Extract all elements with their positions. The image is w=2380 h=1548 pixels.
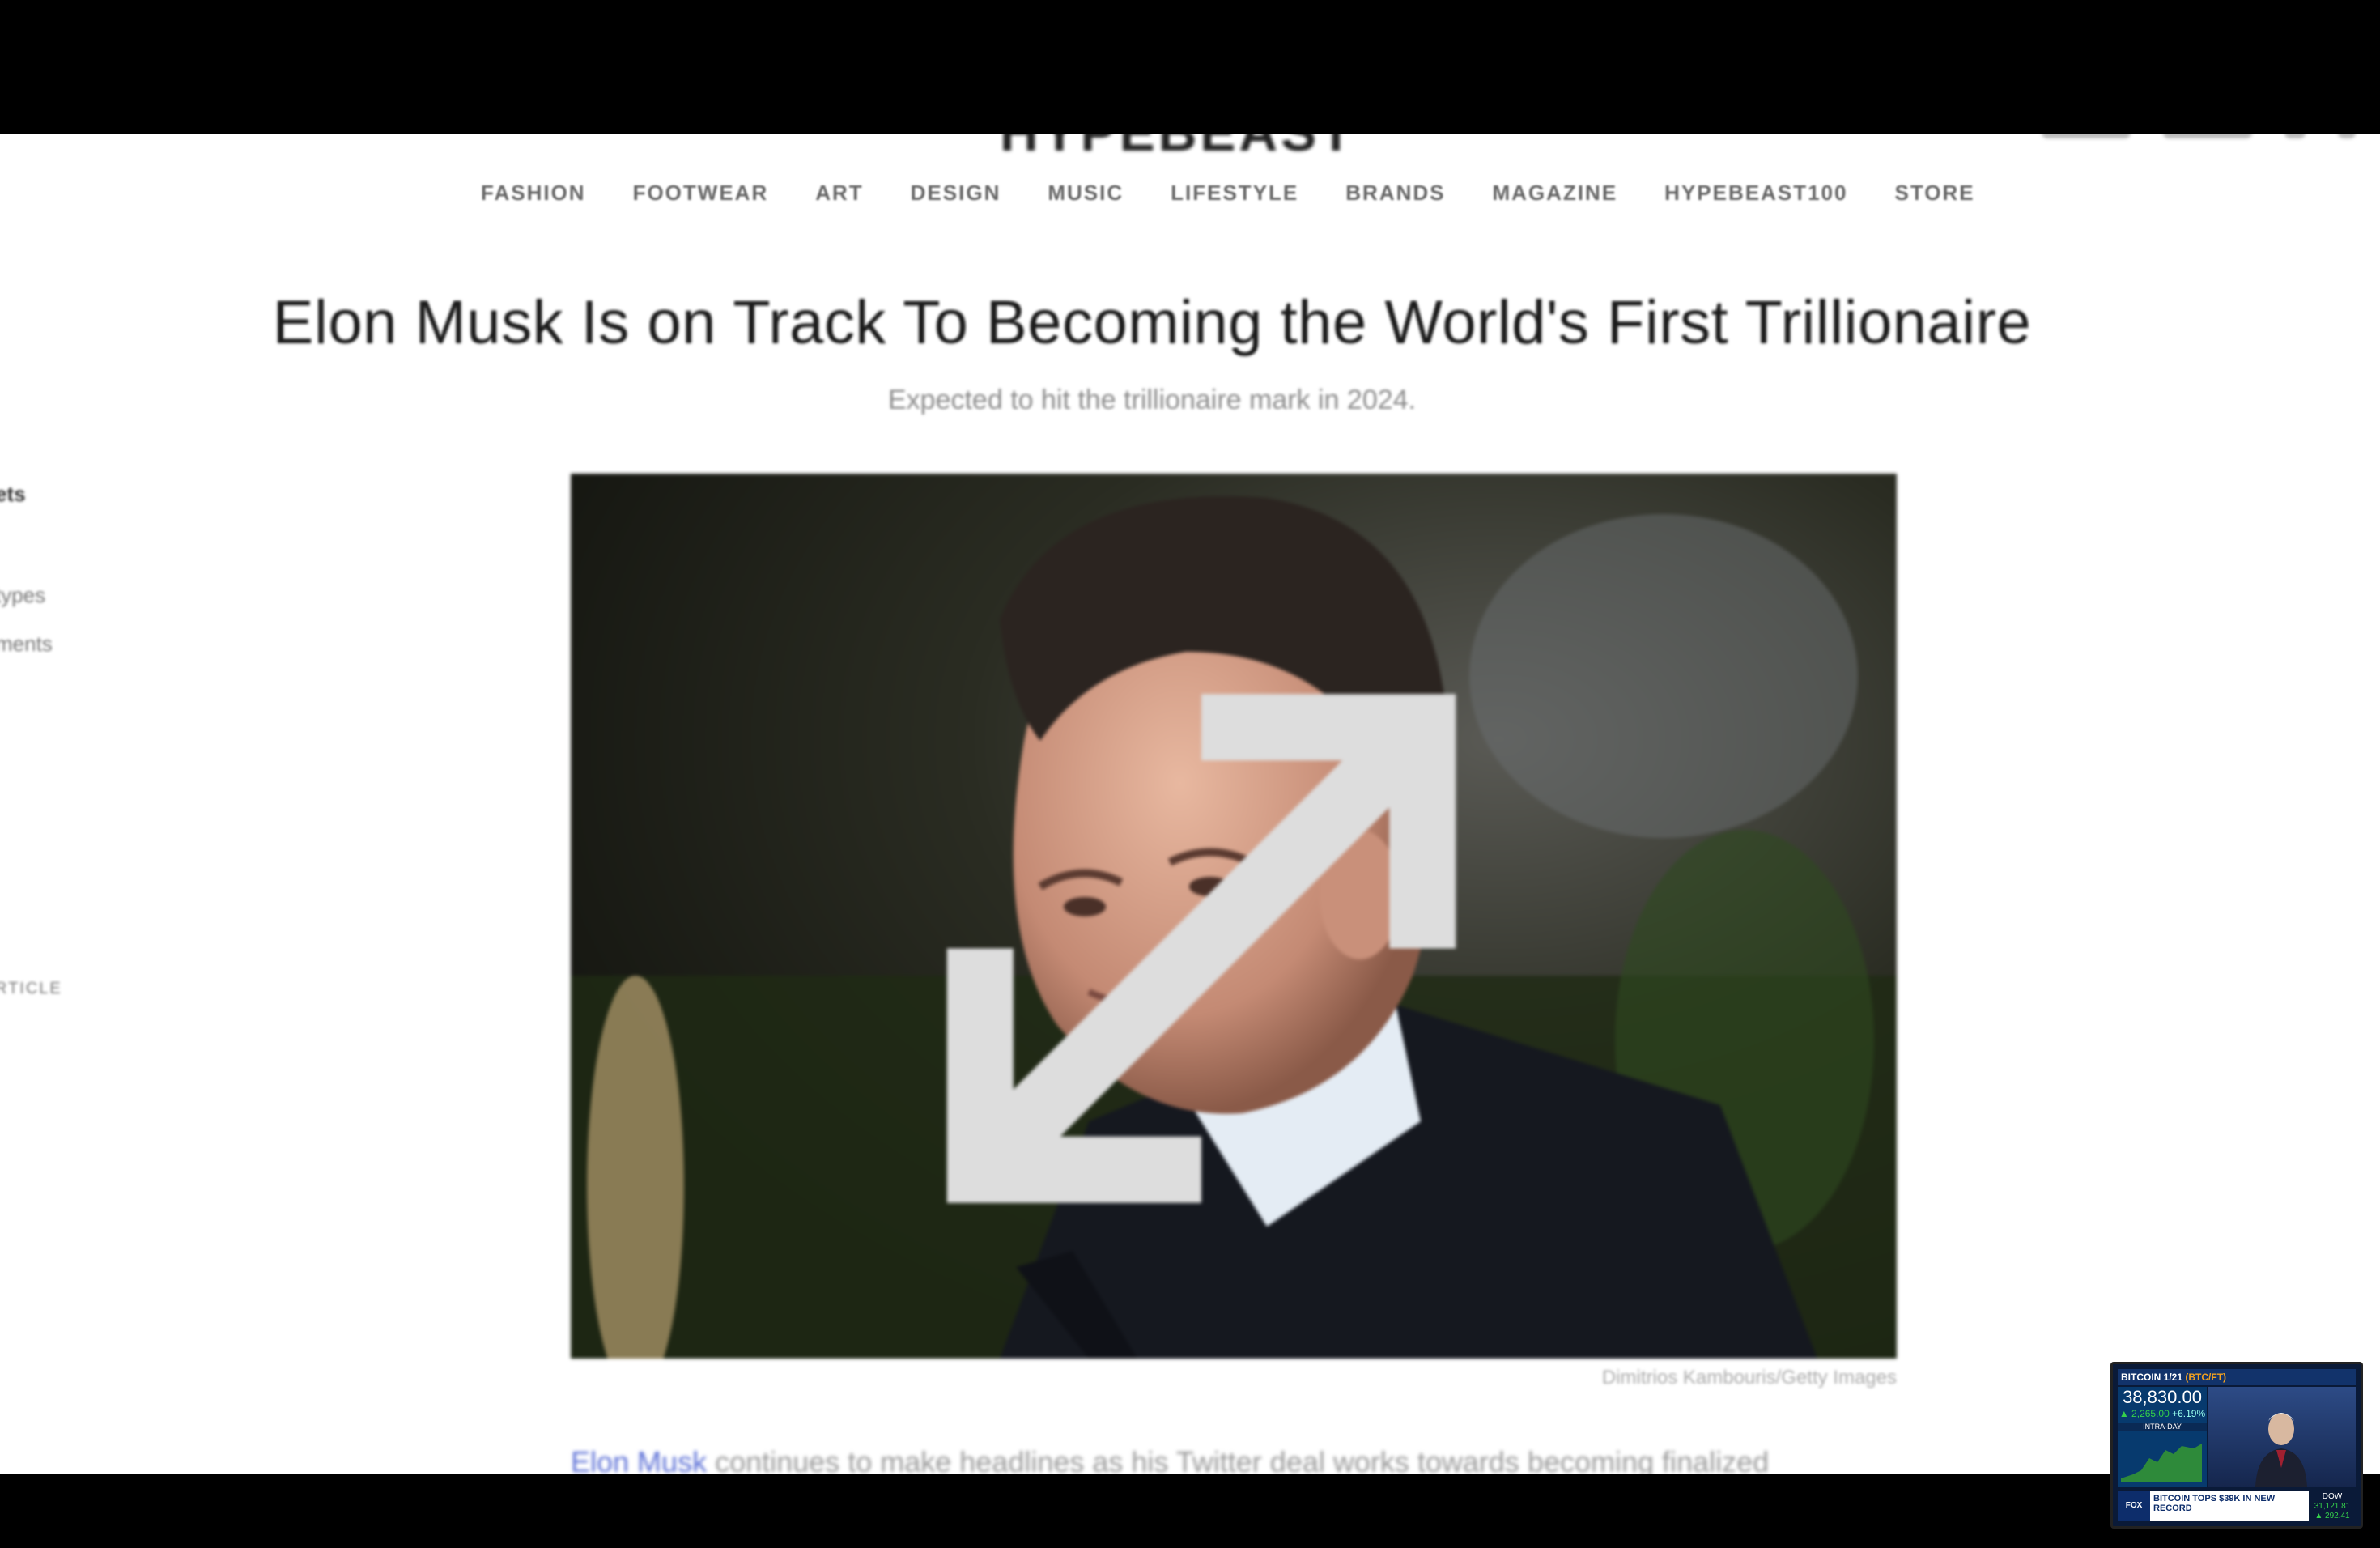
nav-item-music[interactable]: MUSIC (1048, 181, 1124, 206)
side-rail-item[interactable]: types (0, 583, 45, 608)
side-rail-item[interactable]: ets (0, 482, 26, 507)
nav-item-brands[interactable]: BRANDS (1345, 181, 1445, 206)
elon-musk-link[interactable]: Elon Musk (571, 1445, 707, 1474)
pip-intraday-chart (2121, 1444, 2202, 1482)
cart-icon[interactable] (2338, 134, 2356, 138)
pip-header: BITCOIN 1/21 (BTC/FT) (2118, 1369, 2356, 1385)
nav-item-footwear[interactable]: FOOTWEAR (633, 181, 769, 206)
pip-change: ▲ 2,265.00 +6.19% (2119, 1408, 2206, 1419)
nav-item-magazine[interactable]: MAGAZINE (1493, 181, 1618, 206)
nav-item-store[interactable]: STORE (1894, 181, 1974, 206)
nav-item-lifestyle[interactable]: LIFESTYLE (1171, 181, 1298, 206)
image-credit: Dimitrios Kambouris/Getty Images (1601, 1367, 1897, 1389)
utility-link[interactable] (2042, 134, 2131, 138)
news-anchor-figure (2255, 1413, 2307, 1487)
nav-item-hypebeast100[interactable]: HYPEBEAST100 (1664, 181, 1847, 206)
search-icon[interactable] (2284, 134, 2306, 138)
body-text: continues to make headlines as his Twitt… (715, 1445, 1770, 1474)
network-logo: FOX (2118, 1491, 2150, 1521)
nav-item-art[interactable]: ART (815, 181, 863, 206)
pip-headline: BITCOIN TOPS $39K IN NEW RECORD (2153, 1494, 2276, 1513)
pip-price: 38,830.00 (2123, 1387, 2202, 1407)
browser-page: HYPEBEAST FASHION FOOTWEAR ART DESIGN MU… (0, 134, 2380, 1474)
article-subtitle: Expected to hit the trillionaire mark in… (887, 385, 1416, 415)
article-hero-image[interactable] (571, 474, 1897, 1359)
article-body-first-line: Elon Musk continues to make headlines as… (571, 1445, 1769, 1474)
article-headline: Elon Musk Is on Track To Becoming the Wo… (272, 288, 2032, 357)
pip-dow-box: DOW 31,121.81 ▲ 292.41 (2309, 1491, 2356, 1521)
side-rail-item[interactable]: RTICLE (0, 980, 62, 998)
utility-link[interactable] (2163, 134, 2252, 138)
news-picture-in-picture[interactable]: BITCOIN 1/21 (BTC/FT) 38,830.00 ▲ 2,265.… (2110, 1362, 2363, 1529)
pip-intraday-label: INTRA-DAY (2118, 1423, 2207, 1431)
pip-lower-third: FOX BITCOIN TOPS $39K IN NEW RECORD DOW … (2118, 1491, 2356, 1521)
expand-icon[interactable] (571, 506, 1864, 1359)
main-nav: FASHION FOOTWEAR ART DESIGN MUSIC LIFEST… (481, 181, 1975, 206)
pip-video (2208, 1387, 2356, 1487)
pip-price-panel: 38,830.00 ▲ 2,265.00 +6.19% INTRA-DAY (2118, 1387, 2207, 1487)
header-utility-icons (2042, 134, 2356, 138)
nav-item-design[interactable]: DESIGN (911, 181, 1001, 206)
site-logo[interactable]: HYPEBEAST (1000, 134, 1352, 163)
side-rail-item[interactable]: ments (0, 632, 53, 657)
nav-item-fashion[interactable]: FASHION (481, 181, 586, 206)
